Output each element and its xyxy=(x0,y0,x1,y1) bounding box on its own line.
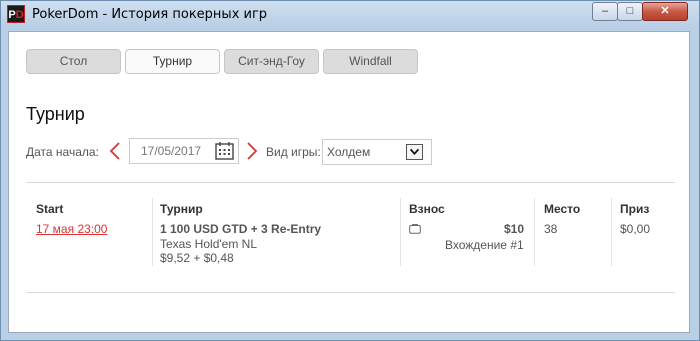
finish-place: 38 xyxy=(544,222,558,236)
col-header-buyin: Взнос xyxy=(409,202,445,216)
window-title: PokerDom - История покерных игр xyxy=(32,7,268,22)
start-date-field[interactable]: 17/05/2017 xyxy=(129,138,239,164)
tab-windfall[interactable]: Windfall xyxy=(323,49,418,74)
tournament-name: 1 100 USD GTD + 3 Re-Entry xyxy=(160,222,322,236)
game-variant: Texas Hold'em NL xyxy=(160,237,257,251)
col-header-prize: Приз xyxy=(620,202,650,216)
close-button[interactable]: ✕ xyxy=(642,2,688,21)
game-type-select[interactable]: Холдем xyxy=(322,139,432,165)
column-divider xyxy=(400,198,401,266)
tab-table[interactable]: Стол xyxy=(26,49,121,74)
column-divider xyxy=(611,198,612,266)
start-date-value: 17/05/2017 xyxy=(141,144,202,158)
chevron-right-icon[interactable] xyxy=(245,141,259,161)
col-header-place: Место xyxy=(544,202,581,216)
wallet-icon xyxy=(409,224,421,234)
buyin-amount: $10 xyxy=(504,222,525,236)
fee-breakdown: $9,52 + $0,48 xyxy=(160,251,234,265)
chevron-left-icon[interactable] xyxy=(108,141,122,161)
history-panel: Стол Турнир Сит-энд-Гоу Windfall Турнир … xyxy=(8,31,690,333)
prize-amount: $0,00 xyxy=(620,222,651,236)
app-window: PD PokerDom - История покерных игр – □ ✕… xyxy=(0,0,700,341)
game-type-value: Холдем xyxy=(327,145,371,159)
maximize-button[interactable]: □ xyxy=(617,2,643,21)
col-header-tournament: Турнир xyxy=(160,202,203,216)
col-header-start: Start xyxy=(36,202,64,216)
game-type-label: Вид игры: xyxy=(266,145,321,159)
page-title: Турнир xyxy=(26,104,85,124)
start-date-label: Дата начала: xyxy=(26,145,99,159)
column-divider xyxy=(534,198,535,266)
entry-number: Вхождение #1 xyxy=(445,238,524,252)
calendar-icon[interactable] xyxy=(215,142,234,160)
title-bar[interactable]: PD PokerDom - История покерных игр – □ ✕ xyxy=(1,1,699,29)
column-divider xyxy=(152,198,153,266)
start-time-link[interactable]: 17 мая 23:00 xyxy=(36,222,107,236)
pokerdom-logo-icon: PD xyxy=(7,5,25,23)
tab-sit-and-go[interactable]: Сит-энд-Гоу xyxy=(224,49,319,74)
divider xyxy=(26,292,675,293)
chevron-down-icon[interactable] xyxy=(406,144,423,160)
tab-tournament[interactable]: Турнир xyxy=(125,49,220,74)
divider xyxy=(26,182,675,183)
minimize-button[interactable]: – xyxy=(592,2,618,21)
